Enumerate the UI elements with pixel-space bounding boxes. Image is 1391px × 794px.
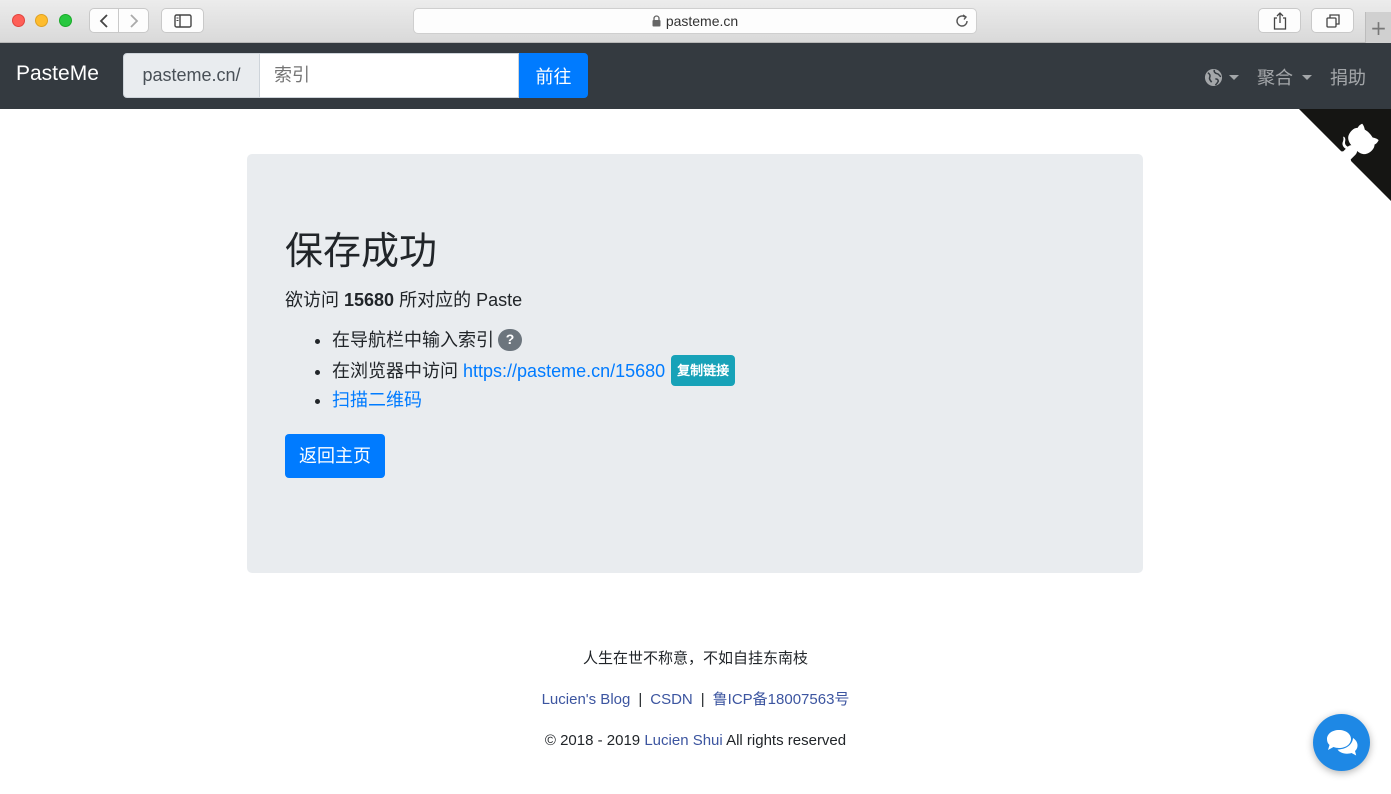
- browser-toolbar: pasteme.cn +: [0, 0, 1391, 43]
- chevron-down-icon: [1229, 74, 1239, 80]
- search-group: pasteme.cn/ 前往: [123, 53, 588, 98]
- csdn-link[interactable]: CSDN: [650, 691, 693, 708]
- icp-link[interactable]: 鲁ICP备18007563号: [713, 691, 850, 708]
- scan-qr-link[interactable]: 扫描二维码: [332, 390, 422, 410]
- brand-logo[interactable]: PasteMe: [16, 62, 99, 86]
- footer: 人生在世不称意，不如自挂东南枝 Lucien's Blog | CSDN | 鲁ICP备…: [0, 648, 1391, 771]
- list-item: 在浏览器中访问 https://pasteme.cn/15680 复制链接: [332, 355, 1105, 386]
- paste-id: 15680: [344, 290, 395, 310]
- footer-quote: 人生在世不称意，不如自挂东南枝: [582, 650, 808, 667]
- share-icon: [1273, 11, 1286, 30]
- blog-link[interactable]: Lucien's Blog: [542, 691, 631, 708]
- lock-icon: [652, 15, 661, 27]
- chevron-down-icon: [1302, 74, 1312, 80]
- lead-suffix: 所对应的 Paste: [394, 290, 523, 310]
- steps-list: 在导航栏中输入索引? 在浏览器中访问 https://pasteme.cn/15…: [285, 326, 1105, 415]
- globe-icon: [1204, 68, 1223, 86]
- help-badge[interactable]: ?: [498, 328, 522, 351]
- forward-button[interactable]: [118, 8, 149, 33]
- list-item: 在导航栏中输入索引?: [332, 326, 1105, 355]
- copyright: © 2018 - 2019 Lucien Shui All rights res…: [0, 730, 1391, 771]
- list-item: 扫描二维码: [332, 386, 1105, 415]
- chat-button[interactable]: [1313, 714, 1370, 771]
- copyright-suffix: All rights reserved: [722, 732, 847, 749]
- close-window-button[interactable]: [12, 14, 25, 27]
- share-button[interactable]: [1258, 8, 1301, 33]
- chevron-right-icon: [129, 13, 138, 28]
- new-tab-button[interactable]: +: [1365, 12, 1391, 43]
- tabs-icon: [1325, 13, 1340, 28]
- nav-right: 聚合 捐助: [1186, 64, 1366, 90]
- language-dropdown[interactable]: [1204, 68, 1239, 87]
- chat-bubbles-icon: [1326, 729, 1357, 755]
- sidebar-toggle-button[interactable]: [161, 8, 204, 33]
- back-button[interactable]: [89, 8, 119, 33]
- copy-link-badge[interactable]: 复制链接: [671, 355, 736, 386]
- paste-link[interactable]: https://pasteme.cn/15680: [463, 361, 665, 381]
- footer-links: Lucien's Blog | CSDN | 鲁ICP备18007563号: [0, 689, 1391, 730]
- navbar: PasteMe pasteme.cn/ 前往 聚合 捐助: [0, 43, 1391, 109]
- go-button[interactable]: 前往: [519, 53, 588, 98]
- author-link[interactable]: Lucien Shui: [644, 732, 722, 749]
- zoom-window-button[interactable]: [59, 14, 72, 27]
- step-text: 在导航栏中输入索引: [332, 330, 494, 350]
- github-corner-icon[interactable]: [1299, 109, 1391, 201]
- copyright-prefix: © 2018 - 2019: [544, 732, 645, 749]
- address-bar[interactable]: pasteme.cn: [413, 8, 977, 34]
- separator: |: [638, 691, 643, 708]
- aggregate-label: 聚合: [1257, 68, 1293, 88]
- address-text: pasteme.cn: [665, 13, 739, 29]
- aggregate-dropdown[interactable]: 聚合: [1257, 64, 1312, 90]
- page-title: 保存成功: [285, 231, 438, 273]
- step-text: 在浏览器中访问: [332, 361, 464, 381]
- tabs-overview-button[interactable]: [1311, 8, 1354, 33]
- chevron-left-icon: [99, 13, 108, 28]
- reload-icon[interactable]: [954, 13, 970, 29]
- url-prefix: pasteme.cn/: [123, 53, 260, 98]
- search-input[interactable]: [260, 53, 519, 98]
- lead-prefix: 欲访问: [285, 290, 345, 310]
- home-button[interactable]: 返回主页: [285, 434, 385, 478]
- success-panel: 保存成功 欲访问 15680 所对应的 Paste 在导航栏中输入索引? 在浏览…: [247, 154, 1143, 573]
- sidebar-icon: [173, 13, 192, 28]
- donate-link[interactable]: 捐助: [1330, 64, 1366, 90]
- minimize-window-button[interactable]: [35, 14, 48, 27]
- lead-text: 欲访问 15680 所对应的 Paste: [285, 286, 1105, 312]
- separator: |: [700, 691, 705, 708]
